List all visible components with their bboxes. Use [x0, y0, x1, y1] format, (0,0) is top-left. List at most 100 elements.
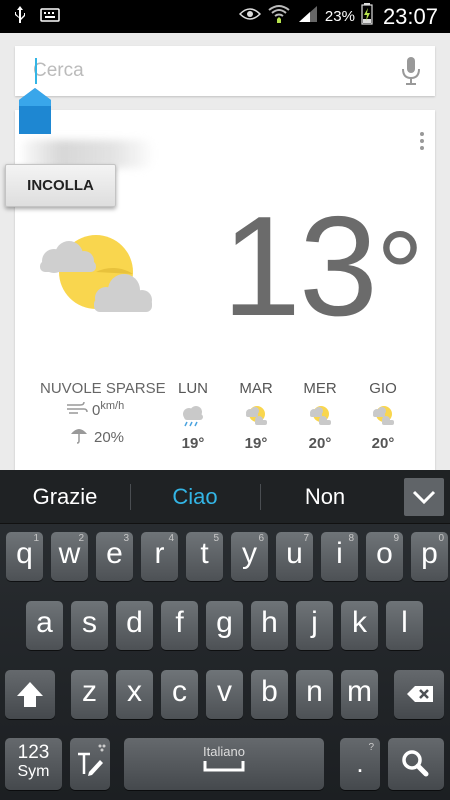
key-v[interactable]: v: [206, 670, 243, 719]
key-f[interactable]: f: [161, 601, 198, 650]
key-number-hint: 5: [213, 533, 219, 544]
suggestion-non[interactable]: Non: [270, 484, 380, 510]
key-i[interactable]: i8: [321, 532, 358, 581]
key-y[interactable]: y6: [231, 532, 268, 581]
key-o[interactable]: o9: [366, 532, 403, 581]
key-p[interactable]: p0: [411, 532, 448, 581]
key-number-hint: 9: [393, 533, 399, 544]
key-c[interactable]: c: [161, 670, 198, 719]
key-j[interactable]: j: [296, 601, 333, 650]
key-g[interactable]: g: [206, 601, 243, 650]
forecast-temp: 19°: [181, 435, 205, 452]
key-label: z: [82, 675, 97, 708]
search-bar: [15, 46, 435, 96]
symbols-key-bottom: Sym: [17, 763, 50, 780]
microphone-icon[interactable]: [401, 56, 421, 91]
key-label: v: [217, 675, 232, 708]
key-label: r: [154, 537, 165, 570]
key-number-hint: 3: [123, 533, 129, 544]
key-label: i: [336, 537, 343, 570]
key-r[interactable]: r4: [141, 532, 178, 581]
key-label: g: [216, 606, 233, 639]
forecast-day-label: LUN: [177, 380, 208, 397]
wind-unit: km/h: [100, 400, 125, 412]
forecast-day: MAR 19°: [236, 380, 276, 452]
shift-key[interactable]: [5, 670, 55, 719]
status-bar: 23% 23:07: [0, 0, 450, 33]
key-b[interactable]: b: [251, 670, 288, 719]
key-d[interactable]: d: [116, 601, 153, 650]
backspace-key[interactable]: [394, 670, 444, 719]
key-h[interactable]: h: [251, 601, 288, 650]
usb-icon: [14, 6, 26, 29]
key-k[interactable]: k: [341, 601, 378, 650]
battery-percent: 23%: [324, 8, 355, 25]
search-input[interactable]: [33, 56, 373, 86]
text-selection-handle[interactable]: [19, 88, 51, 139]
wifi-icon: [267, 3, 291, 30]
period-key[interactable]: ? .: [340, 738, 380, 790]
forecast-day: GIO 20°: [363, 380, 403, 452]
key-e[interactable]: e3: [96, 532, 133, 581]
overflow-menu-icon[interactable]: [419, 132, 425, 153]
collapse-keyboard-button[interactable]: [404, 478, 444, 516]
key-number-hint: 0: [438, 533, 444, 544]
partly-cloudy-icon: [300, 405, 340, 429]
weather-condition: NUVOLE SPARSE: [40, 380, 166, 397]
key-t[interactable]: t5: [186, 532, 223, 581]
key-label: y: [242, 537, 257, 570]
key-label: h: [261, 606, 278, 639]
partly-cloudy-icon: [363, 405, 403, 429]
key-w[interactable]: w2: [51, 532, 88, 581]
forecast-temp: 20°: [308, 435, 332, 452]
backspace-icon: [407, 686, 433, 702]
key-label: e: [106, 537, 123, 570]
key-q[interactable]: q1: [6, 532, 43, 581]
degree-symbol: °: [375, 207, 424, 341]
handwriting-key[interactable]: [70, 738, 110, 790]
search-key[interactable]: [388, 738, 444, 790]
key-label: x: [127, 675, 142, 708]
key-s[interactable]: s: [71, 601, 108, 650]
key-number-hint: 7: [303, 533, 309, 544]
key-label: f: [175, 606, 184, 639]
space-key[interactable]: Italiano: [124, 738, 324, 790]
suggestion-divider: [260, 484, 261, 510]
key-label: p: [421, 537, 438, 570]
wind-icon: [66, 400, 88, 420]
key-number-hint: 2: [78, 533, 84, 544]
symbols-key-top: 123: [17, 742, 50, 763]
soft-keyboard: Grazie Ciao Non q1w2e3r4t5y6u7i8o9p0 asd…: [0, 470, 450, 800]
key-z[interactable]: z: [71, 670, 108, 719]
key-label: a: [36, 606, 53, 639]
key-number-hint: 8: [348, 533, 354, 544]
forecast-day: LUN 19°: [173, 380, 213, 452]
symbols-key[interactable]: 123 Sym: [5, 738, 62, 790]
key-x[interactable]: x: [116, 670, 153, 719]
key-a[interactable]: a: [26, 601, 63, 650]
space-bar-icon: [203, 761, 245, 772]
key-label: m: [347, 675, 372, 708]
chevron-down-icon: [412, 490, 436, 505]
forecast-temp: 20°: [371, 435, 395, 452]
forecast-day: MER 20°: [300, 380, 340, 452]
suggestion-grazie[interactable]: Grazie: [10, 484, 120, 510]
rain-cloud-icon: [173, 405, 213, 429]
key-label: j: [311, 606, 318, 639]
key-label: t: [200, 537, 209, 570]
partly-cloudy-icon: [236, 405, 276, 429]
suggestion-bar: Grazie Ciao Non: [0, 470, 450, 524]
key-l[interactable]: l: [386, 601, 423, 650]
precipitation-info: 20%: [70, 426, 124, 448]
key-label: s: [82, 606, 97, 639]
precipitation-value: 20%: [94, 428, 125, 446]
key-n[interactable]: n: [296, 670, 333, 719]
paste-button[interactable]: INCOLLA: [5, 164, 116, 207]
search-icon: [402, 750, 429, 777]
key-number-hint: 6: [258, 533, 264, 544]
key-m[interactable]: m: [341, 670, 378, 719]
suggestion-ciao[interactable]: Ciao: [140, 484, 250, 510]
key-u[interactable]: u7: [276, 532, 313, 581]
key-label: u: [286, 537, 303, 570]
handwriting-pen-icon: [78, 744, 106, 776]
